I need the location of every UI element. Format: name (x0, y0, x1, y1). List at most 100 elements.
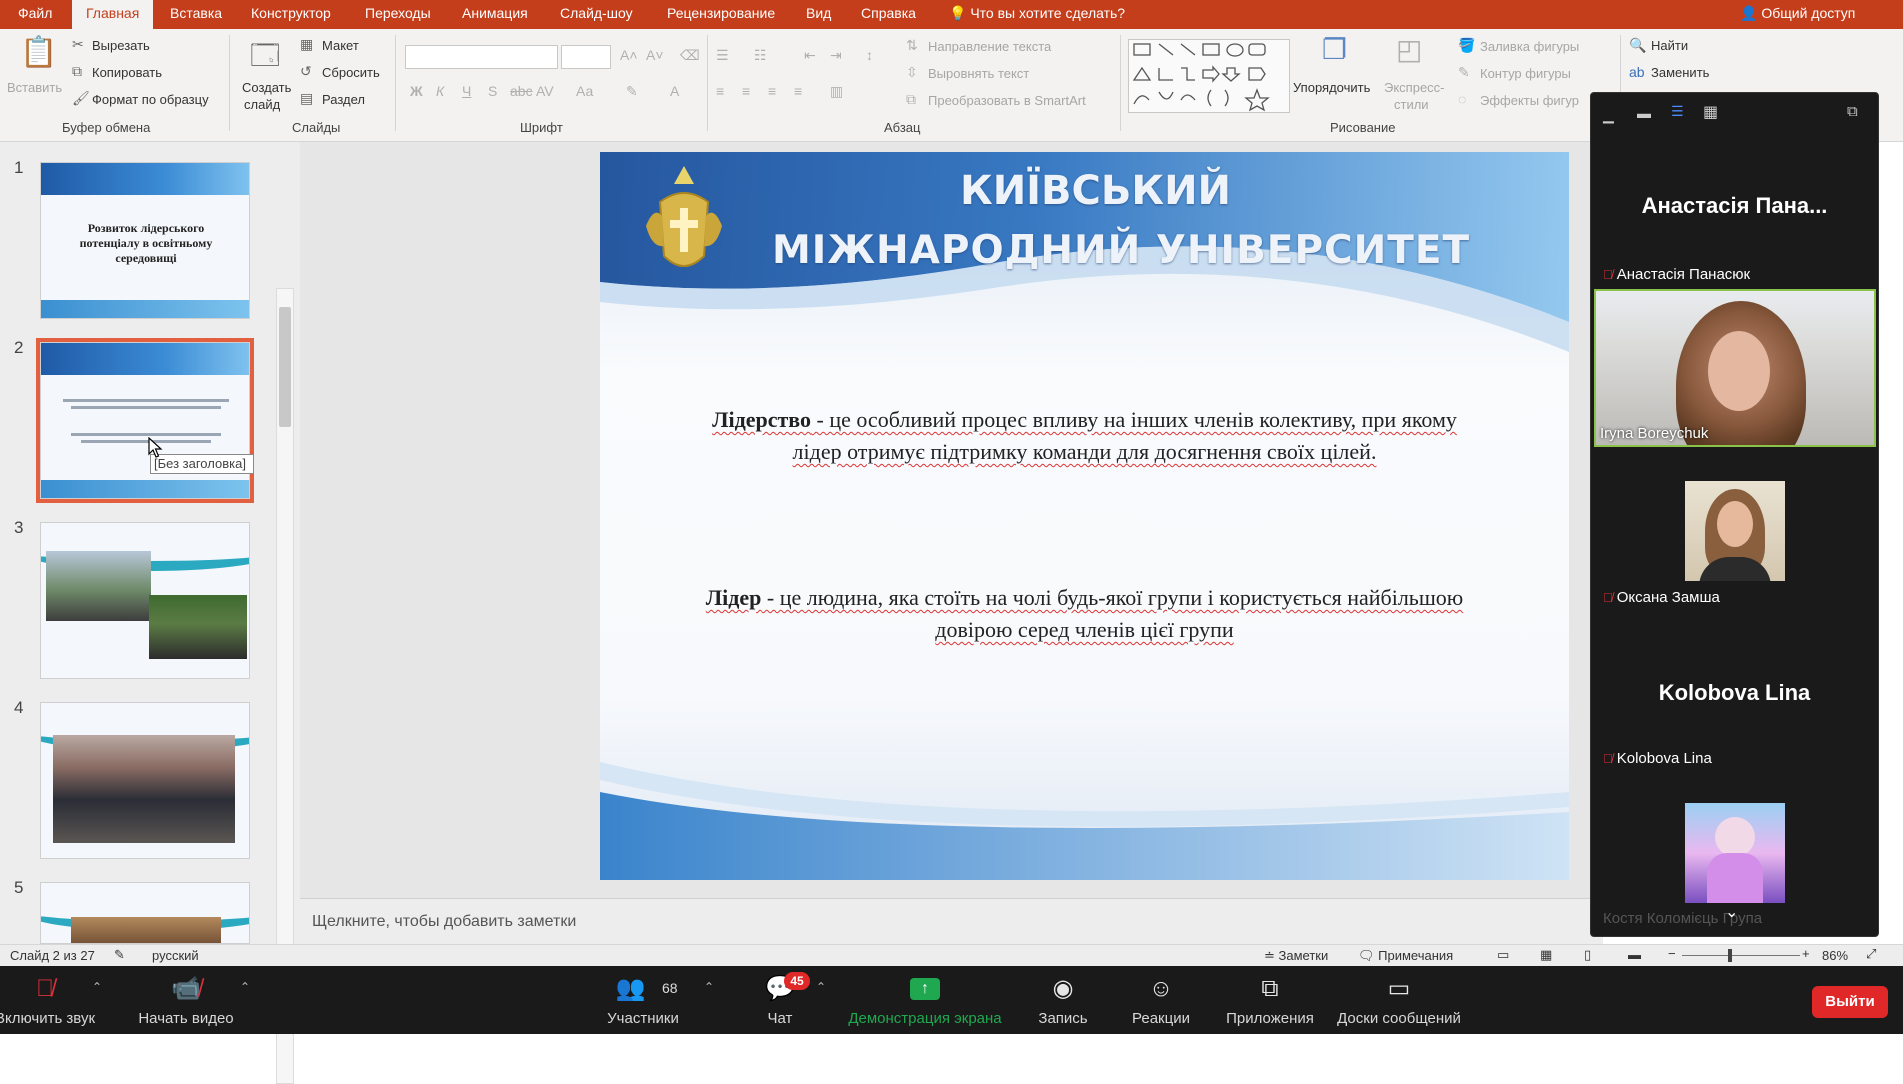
minimize-icon[interactable]: ▁ (1603, 107, 1614, 124)
find-button[interactable]: Найти (1651, 38, 1688, 53)
zoom-out-icon[interactable]: − (1668, 946, 1676, 961)
scroll-thumb[interactable] (279, 307, 291, 427)
spellcheck-icon[interactable]: ✎ (114, 947, 125, 963)
smartart-button[interactable]: Преобразовать в SmartArt (928, 93, 1086, 108)
participant-avatar-image[interactable] (1685, 803, 1785, 903)
section-button[interactable]: Раздел (322, 92, 365, 107)
tab-home[interactable]: Главная (72, 0, 154, 29)
slide-thumbnail-1[interactable]: Розвиток лідерського потенціалу в освітн… (40, 162, 250, 319)
notes-placeholder[interactable]: Щелкните, чтобы добавить заметки (312, 913, 576, 931)
participant-video-active[interactable]: Iryna Boreychuk (1594, 289, 1876, 447)
grow-font-icon[interactable]: A˄ (620, 47, 638, 63)
align-text-button[interactable]: Выровнять текст (928, 66, 1029, 81)
reading-view-icon[interactable]: ▯ (1584, 947, 1591, 963)
copy-button[interactable]: Копировать (92, 65, 162, 80)
chevron-down-icon[interactable]: ⌄ (1725, 902, 1738, 922)
align-right-icon[interactable]: ≡ (768, 83, 776, 99)
layout-button[interactable]: Макет (322, 38, 359, 53)
zoom-slider-thumb[interactable] (1728, 949, 1732, 962)
strip-view-icon[interactable]: ☰ (1671, 103, 1684, 120)
shadow-button[interactable]: S (488, 83, 497, 99)
reset-button[interactable]: Сбросить (322, 65, 380, 80)
font-color-icon[interactable]: A (670, 83, 679, 99)
change-case-button[interactable]: Аа (576, 83, 593, 99)
tab-animations[interactable]: Анимация (462, 0, 528, 29)
spacing-icon[interactable]: AV (536, 83, 554, 99)
strikethrough-button[interactable]: abc (510, 83, 533, 99)
slide-thumbnail-4[interactable] (40, 702, 250, 859)
tab-design[interactable]: Конструктор (251, 0, 331, 29)
current-slide[interactable]: КИЇВСЬКИЙ МІЖНАРОДНИЙ УНІВЕРСИТЕТ Лідерс… (600, 152, 1569, 880)
language-indicator[interactable]: русский (152, 948, 199, 963)
participants-button[interactable]: 👥 68 Участники (598, 966, 688, 1034)
tab-slideshow[interactable]: Слайд-шоу (560, 0, 633, 29)
italic-button[interactable]: К (436, 83, 444, 99)
tab-transitions[interactable]: Переходы (365, 0, 431, 29)
share-screen-button[interactable]: ↑ Демонстрация экрана (842, 966, 1008, 1034)
unmute-button[interactable]: 🎙̸ Включить звук (0, 966, 100, 1034)
participant-video-thumbnail[interactable] (1685, 481, 1785, 581)
highlight-icon[interactable]: ✎ (626, 83, 638, 100)
replace-button[interactable]: Заменить (1651, 65, 1709, 80)
zoom-slider[interactable] (1682, 955, 1800, 956)
arrange-button[interactable]: Упорядочить (1293, 80, 1370, 95)
zoom-level[interactable]: 86% (1822, 948, 1848, 963)
align-left-icon[interactable]: ≡ (716, 83, 724, 99)
slideshow-icon[interactable]: ▬ (1628, 947, 1641, 962)
shapes-gallery[interactable] (1128, 39, 1290, 113)
format-painter-button[interactable]: Формат по образцу (92, 92, 209, 107)
slide-thumbnail-5[interactable] (40, 882, 250, 944)
numbering-icon[interactable]: ☷ (754, 47, 767, 64)
gallery-view-icon[interactable]: ▦ (1703, 102, 1718, 122)
tab-help[interactable]: Справка (861, 0, 916, 29)
underline-button[interactable]: Ч (462, 83, 471, 99)
text-direction-button[interactable]: Направление текста (928, 39, 1051, 54)
bold-button[interactable]: Ж (410, 83, 423, 99)
comments-toggle[interactable]: 🗨 Примечания (1358, 948, 1453, 964)
paragraph-leader[interactable]: Лідер - це людина, яка стоїть на чолі бу… (690, 582, 1479, 646)
paragraph-leadership[interactable]: Лідерство - це особливий процес впливу н… (690, 404, 1479, 468)
shape-outline-button[interactable]: Контур фигуры (1480, 66, 1571, 81)
paste-button[interactable]: Вставить (7, 80, 62, 95)
popout-icon[interactable]: ⧉ (1847, 103, 1858, 120)
bullets-icon[interactable]: ☰ (716, 47, 729, 64)
caret-up-icon[interactable]: ⌃ (704, 980, 714, 994)
zoom-in-icon[interactable]: + (1802, 946, 1810, 961)
font-size-combobox[interactable] (561, 45, 611, 69)
chat-button[interactable]: 💬 45 Чат (748, 966, 812, 1034)
line-spacing-icon[interactable]: ↕ (866, 47, 873, 63)
cut-button[interactable]: Вырезать (92, 38, 150, 53)
leave-meeting-button[interactable]: Выйти (1812, 986, 1888, 1018)
normal-view-icon[interactable]: ▭ (1497, 947, 1509, 963)
font-name-combobox[interactable] (405, 45, 558, 69)
caret-up-icon[interactable]: ⌃ (92, 980, 102, 994)
justify-icon[interactable]: ≡ (794, 83, 802, 99)
caret-up-icon[interactable]: ⌃ (240, 980, 250, 994)
speaker-view-icon[interactable]: ▬ (1637, 105, 1651, 121)
quick-styles-button[interactable]: Экспресс- (1384, 80, 1445, 95)
reactions-button[interactable]: ☺ Реакции (1124, 966, 1198, 1034)
record-button[interactable]: ◉ Запись (1026, 966, 1100, 1034)
shape-effects-button[interactable]: Эффекты фигур (1480, 93, 1579, 108)
slide-thumbnail-2[interactable] (36, 338, 254, 503)
slide-sorter-icon[interactable]: ▦ (1540, 947, 1552, 963)
whiteboards-button[interactable]: ▭ Доски сообщений (1328, 966, 1470, 1034)
decrease-indent-icon[interactable]: ⇤ (804, 47, 816, 64)
notes-pane[interactable]: Щелкните, чтобы добавить заметки (300, 898, 1603, 944)
align-center-icon[interactable]: ≡ (742, 83, 750, 99)
shape-fill-button[interactable]: Заливка фигуры (1480, 39, 1579, 54)
increase-indent-icon[interactable]: ⇥ (830, 47, 842, 64)
apps-button[interactable]: ⧉ Приложения (1220, 966, 1320, 1034)
fit-slide-icon[interactable]: ⤢ (1866, 946, 1876, 962)
share-button[interactable]: 👤 Общий доступ (1740, 0, 1855, 29)
shrink-font-icon[interactable]: A˅ (646, 47, 664, 63)
tab-review[interactable]: Рецензирование (667, 0, 775, 29)
tab-file[interactable]: Файл (18, 0, 52, 29)
clear-format-icon[interactable]: ⌫ (680, 47, 700, 64)
slide-thumbnail-3[interactable] (40, 522, 250, 679)
tab-insert[interactable]: Вставка (170, 0, 222, 29)
new-slide-button[interactable]: Создать (242, 80, 291, 95)
start-video-button[interactable]: 📹̸ Начать видео (130, 966, 242, 1034)
caret-up-icon[interactable]: ⌃ (816, 980, 826, 994)
columns-icon[interactable]: ▥ (830, 83, 843, 100)
